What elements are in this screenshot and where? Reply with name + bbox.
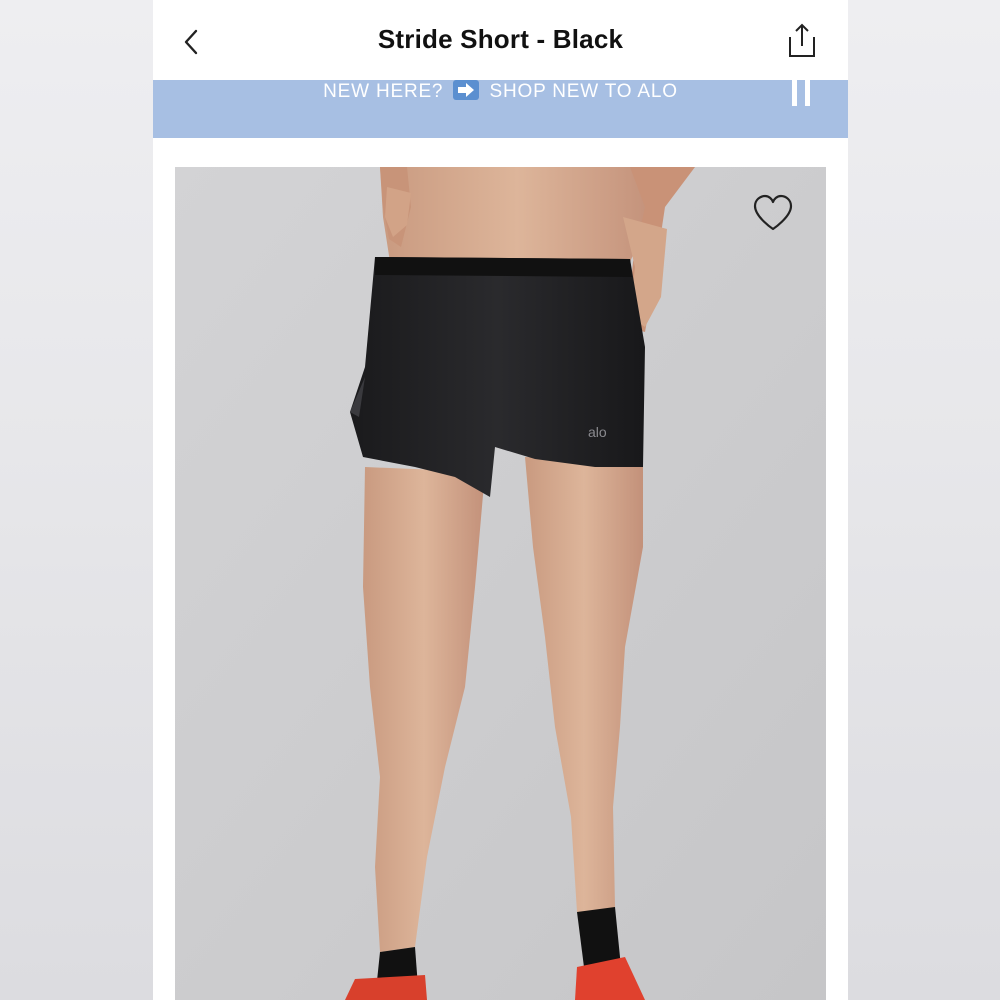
- wishlist-button[interactable]: [752, 193, 794, 233]
- brand-logo: alo: [588, 424, 607, 440]
- background-left: [0, 0, 153, 1000]
- heart-outline-icon: [753, 194, 793, 231]
- promo-text-shop-new: SHOP NEW TO ALO: [489, 81, 678, 102]
- pause-icon[interactable]: [790, 80, 812, 106]
- product-photo-illustration: alo: [175, 167, 826, 1000]
- share-icon: [789, 23, 815, 57]
- promo-banner-text: NEW HERE? SHOP NEW TO ALO: [153, 80, 848, 102]
- share-button[interactable]: [782, 20, 822, 62]
- product-image[interactable]: alo: [175, 167, 826, 1000]
- background-right: [848, 0, 1000, 1000]
- page-title: Stride Short - Black: [377, 24, 624, 54]
- top-navigation-bar: Stride Short - Black: [153, 0, 848, 80]
- promo-banner[interactable]: NEW HERE? SHOP NEW TO ALO: [153, 80, 848, 138]
- app-screen: Stride Short - Black NEW HERE? SHOP NEW …: [153, 0, 848, 1000]
- promo-text-new-here: NEW HERE?: [323, 81, 444, 102]
- right-arrow-emoji-icon: [453, 80, 480, 100]
